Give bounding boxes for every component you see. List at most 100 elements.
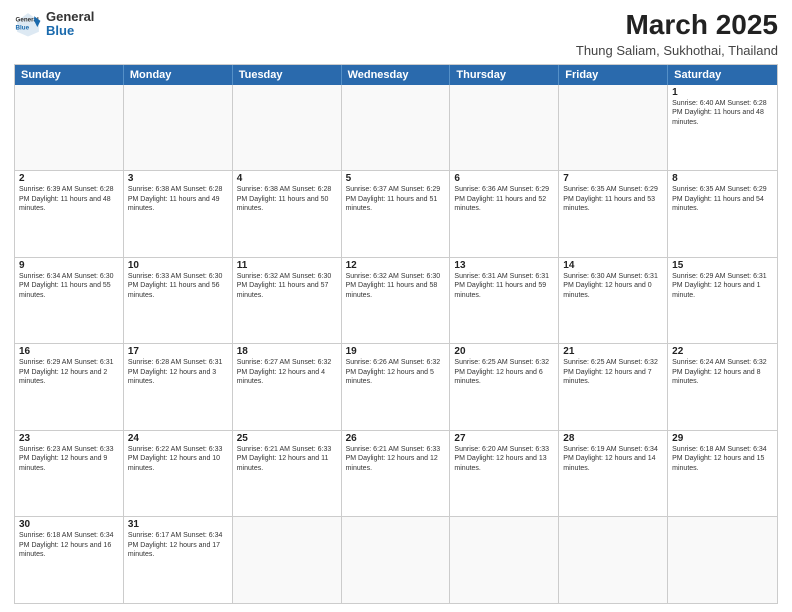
empty-cell-0-5 [559,85,668,171]
day-number: 11 [237,260,337,271]
day-info: Sunrise: 6:21 AM Sunset: 6:33 PM Dayligh… [237,445,337,473]
day-cell-11: 11Sunrise: 6:32 AM Sunset: 6:30 PM Dayli… [233,258,342,344]
day-number: 30 [19,519,119,530]
page: General Blue General Blue March 2025 Thu… [0,0,792,612]
day-info: Sunrise: 6:27 AM Sunset: 6:32 PM Dayligh… [237,358,337,386]
day-cell-31: 31Sunrise: 6:17 AM Sunset: 6:34 PM Dayli… [124,517,233,603]
day-cell-24: 24Sunrise: 6:22 AM Sunset: 6:33 PM Dayli… [124,431,233,517]
day-cell-27: 27Sunrise: 6:20 AM Sunset: 6:33 PM Dayli… [450,431,559,517]
weekday-header-friday: Friday [559,65,668,85]
day-cell-22: 22Sunrise: 6:24 AM Sunset: 6:32 PM Dayli… [668,344,777,430]
day-cell-1: 1Sunrise: 6:40 AM Sunset: 6:28 PM Daylig… [668,85,777,171]
empty-cell-0-1 [124,85,233,171]
day-info: Sunrise: 6:19 AM Sunset: 6:34 PM Dayligh… [563,445,663,473]
day-cell-6: 6Sunrise: 6:36 AM Sunset: 6:29 PM Daylig… [450,171,559,257]
day-cell-8: 8Sunrise: 6:35 AM Sunset: 6:29 PM Daylig… [668,171,777,257]
day-cell-10: 10Sunrise: 6:33 AM Sunset: 6:30 PM Dayli… [124,258,233,344]
day-number: 24 [128,433,228,444]
calendar-row-0: 1Sunrise: 6:40 AM Sunset: 6:28 PM Daylig… [15,85,777,172]
day-number: 12 [346,260,446,271]
day-number: 29 [672,433,773,444]
day-cell-9: 9Sunrise: 6:34 AM Sunset: 6:30 PM Daylig… [15,258,124,344]
day-info: Sunrise: 6:23 AM Sunset: 6:33 PM Dayligh… [19,445,119,473]
day-info: Sunrise: 6:25 AM Sunset: 6:32 PM Dayligh… [454,358,554,386]
weekday-header-saturday: Saturday [668,65,777,85]
calendar-row-4: 23Sunrise: 6:23 AM Sunset: 6:33 PM Dayli… [15,431,777,518]
calendar-row-5: 30Sunrise: 6:18 AM Sunset: 6:34 PM Dayli… [15,517,777,603]
day-number: 1 [672,87,773,98]
empty-cell-5-4 [450,517,559,603]
day-info: Sunrise: 6:28 AM Sunset: 6:31 PM Dayligh… [128,358,228,386]
day-info: Sunrise: 6:29 AM Sunset: 6:31 PM Dayligh… [19,358,119,386]
day-info: Sunrise: 6:31 AM Sunset: 6:31 PM Dayligh… [454,272,554,300]
day-info: Sunrise: 6:39 AM Sunset: 6:28 PM Dayligh… [19,185,119,213]
calendar: SundayMondayTuesdayWednesdayThursdayFrid… [14,64,778,604]
day-number: 21 [563,346,663,357]
day-info: Sunrise: 6:24 AM Sunset: 6:32 PM Dayligh… [672,358,773,386]
day-info: Sunrise: 6:18 AM Sunset: 6:34 PM Dayligh… [672,445,773,473]
day-info: Sunrise: 6:17 AM Sunset: 6:34 PM Dayligh… [128,531,228,559]
day-number: 28 [563,433,663,444]
day-number: 8 [672,173,773,184]
empty-cell-0-4 [450,85,559,171]
day-info: Sunrise: 6:34 AM Sunset: 6:30 PM Dayligh… [19,272,119,300]
day-cell-28: 28Sunrise: 6:19 AM Sunset: 6:34 PM Dayli… [559,431,668,517]
day-cell-26: 26Sunrise: 6:21 AM Sunset: 6:33 PM Dayli… [342,431,451,517]
day-info: Sunrise: 6:35 AM Sunset: 6:29 PM Dayligh… [563,185,663,213]
day-number: 7 [563,173,663,184]
day-number: 6 [454,173,554,184]
day-info: Sunrise: 6:32 AM Sunset: 6:30 PM Dayligh… [237,272,337,300]
weekday-header-sunday: Sunday [15,65,124,85]
day-number: 2 [19,173,119,184]
logo-wordmark: General Blue [46,10,94,39]
day-number: 3 [128,173,228,184]
day-info: Sunrise: 6:33 AM Sunset: 6:30 PM Dayligh… [128,272,228,300]
day-number: 14 [563,260,663,271]
day-info: Sunrise: 6:36 AM Sunset: 6:29 PM Dayligh… [454,185,554,213]
subtitle: Thung Saliam, Sukhothai, Thailand [576,43,778,58]
day-cell-2: 2Sunrise: 6:39 AM Sunset: 6:28 PM Daylig… [15,171,124,257]
day-cell-14: 14Sunrise: 6:30 AM Sunset: 6:31 PM Dayli… [559,258,668,344]
day-info: Sunrise: 6:21 AM Sunset: 6:33 PM Dayligh… [346,445,446,473]
day-cell-25: 25Sunrise: 6:21 AM Sunset: 6:33 PM Dayli… [233,431,342,517]
general-blue-logo-icon: General Blue [14,10,42,38]
day-number: 20 [454,346,554,357]
day-number: 22 [672,346,773,357]
day-info: Sunrise: 6:32 AM Sunset: 6:30 PM Dayligh… [346,272,446,300]
day-number: 31 [128,519,228,530]
empty-cell-5-5 [559,517,668,603]
title-block: March 2025 Thung Saliam, Sukhothai, Thai… [576,10,778,58]
calendar-row-2: 9Sunrise: 6:34 AM Sunset: 6:30 PM Daylig… [15,258,777,345]
logo: General Blue General Blue [14,10,94,39]
day-number: 27 [454,433,554,444]
main-title: March 2025 [576,10,778,41]
day-info: Sunrise: 6:22 AM Sunset: 6:33 PM Dayligh… [128,445,228,473]
empty-cell-5-3 [342,517,451,603]
day-cell-13: 13Sunrise: 6:31 AM Sunset: 6:31 PM Dayli… [450,258,559,344]
day-info: Sunrise: 6:20 AM Sunset: 6:33 PM Dayligh… [454,445,554,473]
day-info: Sunrise: 6:38 AM Sunset: 6:28 PM Dayligh… [237,185,337,213]
day-number: 4 [237,173,337,184]
empty-cell-0-3 [342,85,451,171]
day-cell-5: 5Sunrise: 6:37 AM Sunset: 6:29 PM Daylig… [342,171,451,257]
day-number: 13 [454,260,554,271]
day-cell-29: 29Sunrise: 6:18 AM Sunset: 6:34 PM Dayli… [668,431,777,517]
weekday-header-thursday: Thursday [450,65,559,85]
day-cell-7: 7Sunrise: 6:35 AM Sunset: 6:29 PM Daylig… [559,171,668,257]
empty-cell-5-2 [233,517,342,603]
day-info: Sunrise: 6:40 AM Sunset: 6:28 PM Dayligh… [672,99,773,127]
weekday-header-wednesday: Wednesday [342,65,451,85]
day-cell-30: 30Sunrise: 6:18 AM Sunset: 6:34 PM Dayli… [15,517,124,603]
weekday-header-monday: Monday [124,65,233,85]
day-cell-21: 21Sunrise: 6:25 AM Sunset: 6:32 PM Dayli… [559,344,668,430]
empty-cell-5-6 [668,517,777,603]
day-cell-19: 19Sunrise: 6:26 AM Sunset: 6:32 PM Dayli… [342,344,451,430]
day-number: 23 [19,433,119,444]
calendar-body: 1Sunrise: 6:40 AM Sunset: 6:28 PM Daylig… [15,85,777,603]
day-info: Sunrise: 6:35 AM Sunset: 6:29 PM Dayligh… [672,185,773,213]
day-info: Sunrise: 6:30 AM Sunset: 6:31 PM Dayligh… [563,272,663,300]
weekday-header-tuesday: Tuesday [233,65,342,85]
day-cell-17: 17Sunrise: 6:28 AM Sunset: 6:31 PM Dayli… [124,344,233,430]
calendar-row-1: 2Sunrise: 6:39 AM Sunset: 6:28 PM Daylig… [15,171,777,258]
day-number: 5 [346,173,446,184]
